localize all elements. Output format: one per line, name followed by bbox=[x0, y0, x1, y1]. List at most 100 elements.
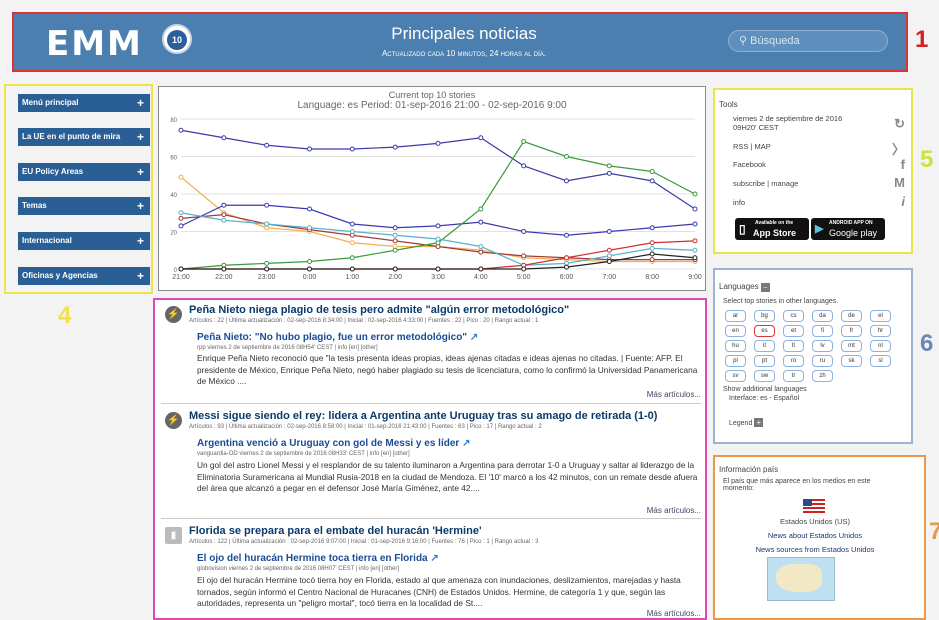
search-input[interactable]: ⚲ Búsqueda bbox=[728, 30, 888, 52]
facebook-icon[interactable]: f bbox=[901, 157, 905, 172]
language-button-de[interactable]: de bbox=[841, 310, 862, 322]
news-about-link[interactable]: News about Estados Unidos bbox=[715, 531, 915, 540]
data-point bbox=[521, 253, 527, 259]
more-articles-link[interactable]: Más artículos... bbox=[647, 609, 701, 618]
language-button-en[interactable]: en bbox=[725, 325, 746, 337]
app-store-badge[interactable]: Available on the App Store ▯ bbox=[735, 218, 809, 240]
language-button-sv[interactable]: sv bbox=[725, 370, 746, 382]
language-button-hu[interactable]: hu bbox=[725, 340, 746, 352]
headline-text: Peña Nieto: "No hubo plagio, fue un erro… bbox=[197, 332, 468, 343]
nav-item-oficinas-agencias[interactable]: Oficinas y Agencias + bbox=[18, 267, 150, 285]
data-point bbox=[564, 264, 569, 270]
story-title[interactable]: Messi sigue siendo el rey: lidera a Arge… bbox=[189, 410, 657, 422]
data-point bbox=[435, 223, 441, 229]
language-button-ro[interactable]: ro bbox=[783, 355, 804, 367]
external-link-icon[interactable]: ↗ bbox=[462, 438, 470, 449]
data-point bbox=[392, 225, 398, 231]
country-name: Estados Unidos (US) bbox=[779, 517, 851, 526]
data-point bbox=[692, 238, 698, 244]
language-button-hr[interactable]: hr bbox=[870, 325, 891, 337]
refresh-icon[interactable]: ↻ bbox=[894, 116, 905, 132]
legend-toggle[interactable]: Legend + bbox=[729, 418, 764, 427]
language-button-sl[interactable]: sl bbox=[870, 355, 891, 367]
story-divider bbox=[161, 518, 701, 519]
tools-panel: Tools viernes 2 de septiembre de 2016 09… bbox=[713, 88, 913, 254]
data-point bbox=[649, 178, 655, 184]
article-summary: Enrique Peña Nieto reconoció que "la tes… bbox=[197, 353, 698, 386]
language-button-ar[interactable]: ar bbox=[725, 310, 746, 322]
language-button-bg[interactable]: bg bbox=[754, 310, 775, 322]
data-point bbox=[649, 245, 655, 251]
data-point bbox=[692, 221, 698, 227]
mail-icon[interactable]: M bbox=[894, 175, 905, 190]
rss-icon[interactable]: 〉 bbox=[892, 139, 905, 158]
data-point bbox=[521, 139, 527, 144]
article-headline[interactable]: Peña Nieto: "No hubo plagio, fue un erro… bbox=[197, 332, 478, 343]
breaking-icon: ⚡ bbox=[165, 306, 182, 323]
data-point bbox=[392, 266, 398, 272]
trend-bars-icon: ▮ bbox=[165, 527, 182, 544]
language-button-sw[interactable]: sw bbox=[754, 370, 775, 382]
language-button-mt[interactable]: mt bbox=[841, 340, 862, 352]
data-point bbox=[478, 266, 484, 272]
data-point bbox=[221, 217, 227, 223]
external-link-icon[interactable]: ↗ bbox=[430, 553, 438, 564]
language-button-nl[interactable]: nl bbox=[870, 340, 891, 352]
info-link[interactable]: info bbox=[733, 198, 745, 207]
article-headline[interactable]: El ojo del huracán Hermine toca tierra e… bbox=[197, 553, 439, 564]
breaking-icon: ⚡ bbox=[165, 412, 182, 429]
legend-label: Legend bbox=[729, 420, 753, 427]
country-map-image[interactable] bbox=[767, 557, 835, 601]
nav-label: Internacional bbox=[22, 236, 72, 245]
emm-logo[interactable]: EMM bbox=[46, 24, 143, 64]
more-articles-link[interactable]: Más artículos... bbox=[647, 506, 701, 515]
more-articles-link[interactable]: Más artículos... bbox=[647, 390, 701, 399]
language-button-tr[interactable]: tr bbox=[783, 370, 804, 382]
story-title[interactable]: Florida se prepara para el embate del hu… bbox=[189, 525, 482, 537]
language-button-pt[interactable]: pt bbox=[754, 355, 775, 367]
language-button-it[interactable]: it bbox=[754, 340, 775, 352]
article-summary: Un gol del astro Lionel Messi y el respl… bbox=[197, 460, 698, 493]
data-point bbox=[178, 174, 184, 180]
data-point bbox=[692, 206, 698, 212]
nav-item-temas[interactable]: Temas + bbox=[18, 197, 150, 215]
x-tick-label: 22:00 bbox=[215, 274, 233, 281]
article-headline[interactable]: Argentina venció a Uruguay con gol de Me… bbox=[197, 438, 470, 449]
language-button-zh[interactable]: zh bbox=[812, 370, 833, 382]
nav-item-ue-punto-mira[interactable]: La UE en el punto de mira + bbox=[18, 128, 150, 146]
language-button-cs[interactable]: cs bbox=[783, 310, 804, 322]
x-tick-label: 1:00 bbox=[346, 274, 360, 281]
data-point bbox=[264, 221, 270, 227]
language-button-lt[interactable]: lt bbox=[783, 340, 804, 352]
language-button-es[interactable]: es bbox=[754, 325, 775, 337]
anniversary-badge-icon: 10 bbox=[162, 24, 192, 54]
language-button-pl[interactable]: pl bbox=[725, 355, 746, 367]
nav-item-eu-policy-areas[interactable]: EU Policy Areas + bbox=[18, 163, 150, 181]
google-play-badge[interactable]: ANDROID APP ON Google play ▶ bbox=[811, 218, 885, 240]
data-point bbox=[178, 215, 184, 221]
language-button-sk[interactable]: sk bbox=[841, 355, 862, 367]
language-button-fr[interactable]: fr bbox=[841, 325, 862, 337]
external-link-icon[interactable]: ↗ bbox=[470, 332, 478, 343]
y-tick-label: 60 bbox=[170, 156, 177, 162]
expand-icon[interactable]: + bbox=[754, 418, 764, 427]
language-button-lv[interactable]: lv bbox=[812, 340, 833, 352]
collapse-icon[interactable]: – bbox=[760, 283, 770, 292]
play-icon: ▶ bbox=[815, 223, 824, 235]
language-button-ru[interactable]: ru bbox=[812, 355, 833, 367]
y-tick-label: 20 bbox=[170, 231, 177, 237]
nav-item-internacional[interactable]: Internacional + bbox=[18, 232, 150, 250]
language-button-da[interactable]: da bbox=[812, 310, 833, 322]
rss-map-link[interactable]: RSS | MAP bbox=[733, 142, 771, 151]
language-button-fi[interactable]: fi bbox=[812, 325, 833, 337]
subscribe-link[interactable]: subscribe | manage bbox=[733, 179, 798, 188]
info-icon[interactable]: i bbox=[901, 194, 905, 209]
facebook-link[interactable]: Facebook bbox=[733, 160, 766, 169]
data-point bbox=[478, 244, 484, 249]
language-button-et[interactable]: et bbox=[783, 325, 804, 337]
language-button-el[interactable]: el bbox=[870, 310, 891, 322]
nav-item-menu-principal[interactable]: Menú principal + bbox=[18, 94, 150, 112]
story-title[interactable]: Peña Nieto niega plagio de tesis pero ad… bbox=[189, 304, 569, 316]
news-sources-link[interactable]: News sources from Estados Unidos bbox=[715, 545, 915, 554]
show-more-languages-link[interactable]: Show additional languages bbox=[723, 386, 807, 393]
